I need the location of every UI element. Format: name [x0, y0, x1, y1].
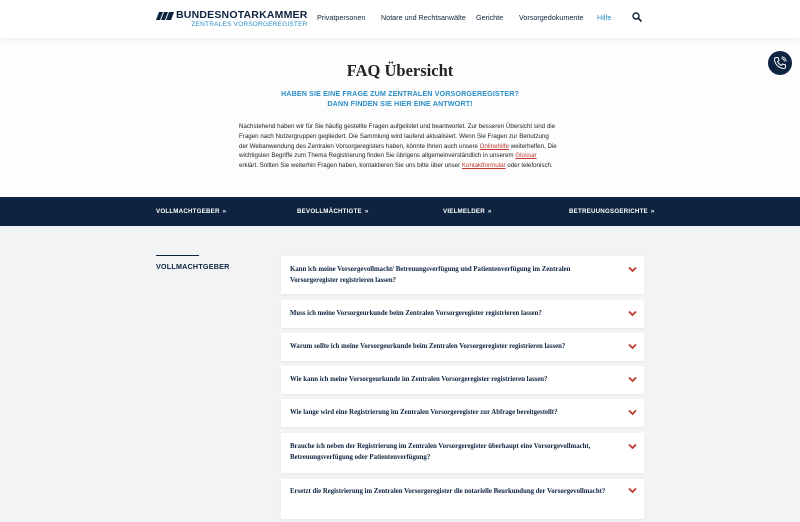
faq-item[interactable]: Wie lange wird eine Registrierung im Zen… — [281, 399, 644, 427]
chevron-down-icon[interactable] — [628, 409, 637, 416]
search-icon[interactable] — [632, 12, 642, 22]
faq-item[interactable]: Ersetzt die Registrierung im Zentralen V… — [281, 479, 644, 519]
band-link-vollmachtgeber[interactable]: VOLLMACHTGEBER» — [156, 208, 226, 215]
chevron-down-icon[interactable] — [628, 343, 637, 350]
faq-item[interactable]: Warum sollte ich meine Vorsorgeurkunde b… — [281, 333, 644, 361]
faq-question: Ersetzt die Registrierung im Zentralen V… — [290, 488, 606, 495]
chevron-down-icon[interactable] — [628, 310, 637, 317]
faq-question: Kann ich meine Vorsorgevollmacht/ Betreu… — [290, 266, 571, 284]
band-label: BEVOLLMÄCHTIGTE — [297, 208, 362, 215]
subtitle-line-1: HABEN SIE EINE FRAGE ZUM ZENTRALEN VORSO… — [280, 89, 519, 98]
nav-hilfe[interactable]: Hilfe — [597, 13, 611, 23]
faq-item[interactable]: Brauche ich neben der Registrierung im Z… — [281, 433, 644, 473]
intro-text-4: oder telefonisch. — [505, 162, 553, 170]
user-group-nav: VOLLMACHTGEBER» BEVOLLMÄCHTIGTE» VIELMEL… — [0, 197, 800, 226]
faq-question: Muss ich meine Vorsorgeurkunde beim Zent… — [290, 310, 542, 317]
intro-text-3: erklärt. Sollten Sie weiterhin Fragen ha… — [239, 162, 462, 170]
nav-gerichte[interactable]: Gerichte — [476, 13, 503, 23]
band-link-vielmelder[interactable]: VIELMELDER» — [443, 208, 492, 215]
faq-question: Warum sollte ich meine Vorsorgeurkunde b… — [290, 343, 566, 350]
band-label: VIELMELDER — [443, 208, 485, 215]
section-divider — [156, 255, 199, 256]
chevron-down-icon[interactable] — [628, 487, 637, 494]
page-subtitle: HABEN SIE EINE FRAGE ZUM ZENTRALEN VORSO… — [250, 89, 550, 109]
band-link-bevollmaechtigte[interactable]: BEVOLLMÄCHTIGTE» — [297, 208, 369, 215]
band-label: VOLLMACHTGEBER — [156, 208, 220, 215]
nav-notare[interactable]: Notare und Rechtsanwälte — [381, 13, 466, 23]
chevron-down-icon[interactable] — [628, 376, 637, 383]
page-title: FAQ Übersicht — [346, 61, 454, 80]
main-nav: Privatpersonen Notare und Rechtsanwälte … — [0, 13, 800, 25]
glossar-link[interactable]: Glossar — [515, 152, 536, 159]
subtitle-line-2: DANN FINDEN SIE HIER EINE ANTWORT! — [327, 99, 473, 108]
faq-item[interactable]: Muss ich meine Vorsorgeurkunde beim Zent… — [281, 300, 644, 328]
chevron-down-icon[interactable] — [628, 266, 637, 273]
faq-question: Wie kann ich meine Vorsorgeurkunde im Ze… — [290, 376, 548, 383]
faq-question: Wie lange wird eine Registrierung im Zen… — [290, 409, 558, 416]
band-label: BETREUUNGSGERICHTE — [569, 208, 648, 215]
faq-item[interactable]: Wie kann ich meine Vorsorgeurkunde im Ze… — [281, 366, 644, 394]
band-link-betreuungsgerichte[interactable]: BETREUUNGSGERICHTE» — [569, 208, 655, 215]
faq-item[interactable]: Kann ich meine Vorsorgevollmacht/ Betreu… — [281, 256, 644, 294]
nav-vorsorgedokumente[interactable]: Vorsorgedokumente — [519, 13, 583, 23]
section-heading: VOLLMACHTGEBER — [156, 262, 230, 271]
onlinehilfe-link[interactable]: Onlinehilfe — [480, 143, 509, 150]
kontaktformular-link[interactable]: Kontaktformular — [462, 162, 506, 169]
chevron-right-icon: » — [650, 208, 655, 215]
chevron-down-icon[interactable] — [628, 443, 637, 450]
nav-privatpersonen[interactable]: Privatpersonen — [317, 13, 365, 23]
intro-paragraph: Nachstehend haben wir für Sie häufig ges… — [239, 122, 557, 171]
chevron-right-icon: » — [222, 208, 227, 215]
faq-question: Brauche ich neben der Registrierung im Z… — [290, 443, 591, 461]
chevron-right-icon: » — [364, 208, 369, 215]
site-header: BUNDESNOTARKAMMER ZENTRALES VORSORGEREGI… — [0, 0, 800, 38]
phone-contact-button[interactable] — [768, 51, 792, 75]
phone-icon — [773, 56, 787, 70]
chevron-right-icon: » — [487, 208, 492, 215]
